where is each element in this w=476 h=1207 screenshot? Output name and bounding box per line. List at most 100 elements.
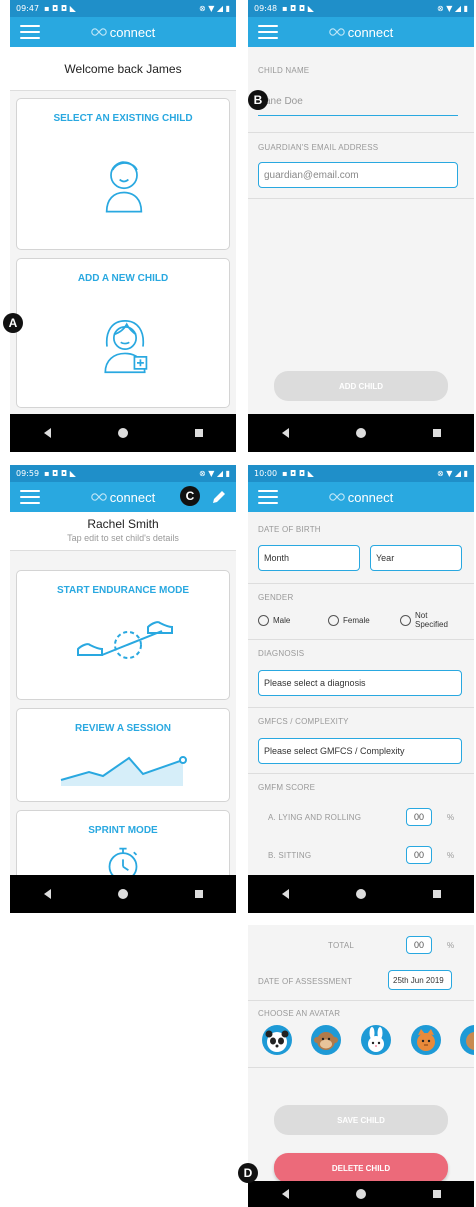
phone-child-details-bottom: TOTAL 00 % DATE OF ASSESSMENT 25th Jun 2… [248, 925, 474, 1207]
select-existing-child-card[interactable]: SELECT AN EXISTING CHILD [16, 98, 230, 250]
status-bar: 09:59 ▪ ◘ ◘ ◣ ⊗ ▼ ◢ ▮ [10, 465, 236, 482]
percent-sign: % [447, 813, 455, 822]
home-icon[interactable] [355, 1189, 366, 1199]
menu-icon[interactable] [258, 25, 278, 39]
android-nav-bar [10, 875, 236, 913]
menu-icon[interactable] [20, 25, 40, 39]
child-name-input[interactable]: Jane Doe [258, 96, 458, 116]
guardian-email-input[interactable]: guardian@email.com [258, 162, 458, 188]
review-a-session-card[interactable]: REVIEW A SESSION [16, 708, 230, 802]
clock: 09:47 [16, 4, 40, 13]
avatar-monkey-icon[interactable] [311, 1025, 341, 1055]
brand-logo: connect [329, 25, 393, 40]
marker-d: D [238, 1163, 258, 1183]
date-of-assessment-label: DATE OF ASSESSMENT [258, 977, 353, 986]
divider [248, 1000, 474, 1001]
app-bar: connect [10, 17, 236, 47]
sitting-input[interactable]: 00 [406, 846, 432, 864]
gmfcs-label: GMFCS / COMPLEXITY [258, 717, 349, 726]
card-title: ADD A NEW CHILD [77, 273, 169, 284]
save-child-button[interactable]: SAVE CHILD [274, 1105, 448, 1135]
total-input[interactable]: 00 [406, 936, 432, 954]
phone-child-details: 10:00 ▪ ◘ ◘ ◣ ⊗ ▼ ◢ ▮ connect DATE OF BIR… [248, 465, 474, 913]
child-name-label: CHILD NAME [258, 66, 310, 75]
home-icon[interactable] [355, 889, 366, 899]
recents-icon[interactable] [194, 890, 203, 898]
gender-male-radio[interactable]: Male [258, 615, 290, 626]
back-icon[interactable] [281, 1189, 289, 1199]
running-shoes-icon [77, 621, 173, 659]
back-icon[interactable] [43, 889, 51, 899]
avatar-panda-icon[interactable] [262, 1025, 292, 1055]
home-icon[interactable] [355, 428, 366, 438]
edit-hint: Tap edit to set child's details [10, 531, 236, 551]
brand-logo: connect [91, 25, 155, 40]
divider [248, 198, 474, 199]
back-icon[interactable] [43, 428, 51, 438]
status-bar: 09:47 ▪ ◘ ◘ ◣ ⊗ ▼ ◢ ▮ [10, 0, 236, 17]
add-new-child-card[interactable]: ADD A NEW CHILD [16, 258, 230, 408]
gender-female-radio[interactable]: Female [328, 615, 370, 626]
home-icon[interactable] [117, 889, 128, 899]
back-icon[interactable] [281, 428, 289, 438]
recents-icon[interactable] [432, 1190, 441, 1198]
recents-icon[interactable] [432, 890, 441, 898]
divider [248, 583, 474, 584]
avatar-cat-icon[interactable] [411, 1025, 441, 1055]
recents-icon[interactable] [432, 429, 441, 437]
infinity-icon [91, 493, 107, 501]
choose-avatar-label: CHOOSE AN AVATAR [258, 1009, 341, 1018]
android-nav-bar [248, 875, 474, 913]
total-label: TOTAL [328, 941, 355, 950]
guardian-email-label: GUARDIAN'S EMAIL ADDRESS [258, 143, 379, 152]
divider [248, 132, 474, 133]
gmfm-score-label: GMFM SCORE [258, 783, 316, 792]
card-title: REVIEW A SESSION [75, 723, 171, 734]
divider [248, 1067, 474, 1068]
avatar-partial-icon[interactable] [460, 1025, 474, 1055]
home-icon[interactable] [117, 428, 128, 438]
phone-child-modes: 09:59 ▪ ◘ ◘ ◣ ⊗ ▼ ◢ ▮ connect Rachel Smit… [10, 465, 236, 913]
welcome-text: Welcome back James [10, 47, 236, 91]
card-title: SPRINT MODE [88, 825, 158, 836]
year-select[interactable]: Year [370, 545, 462, 571]
percent-sign: % [447, 851, 455, 860]
delete-child-button[interactable]: DELETE CHILD [274, 1153, 448, 1183]
status-icons: ⊗ ▼ ◢ ▮ [436, 4, 468, 13]
divider [248, 639, 474, 640]
radio-icon [400, 614, 411, 626]
android-nav-bar [10, 414, 236, 452]
diagnosis-label: DIAGNOSIS [258, 649, 305, 658]
status-bar: 09:48 ▪ ◘ ◘ ◣ ⊗ ▼ ◢ ▮ [248, 0, 474, 17]
status-bar: 10:00 ▪ ◘ ◘ ◣ ⊗ ▼ ◢ ▮ [248, 465, 474, 482]
session-line-chart-icon [60, 756, 187, 786]
gender-not-specified-radio[interactable]: Not Specified [400, 611, 453, 629]
clock: 09:59 [16, 469, 40, 478]
divider [248, 707, 474, 708]
gender-label: GENDER [258, 593, 294, 602]
diagnosis-select[interactable]: Please select a diagnosis [258, 670, 462, 696]
clock: 09:48 [254, 4, 278, 13]
gmfcs-select[interactable]: Please select GMFCS / Complexity [258, 738, 462, 764]
menu-icon[interactable] [258, 490, 278, 504]
radio-icon [258, 615, 269, 626]
marker-c: C [180, 486, 200, 506]
date-of-assessment-input[interactable]: 25th Jun 2019 [388, 970, 452, 990]
app-bar: connect [248, 17, 474, 47]
start-endurance-mode-card[interactable]: START ENDURANCE MODE [16, 570, 230, 700]
back-icon[interactable] [281, 889, 289, 899]
recents-icon[interactable] [194, 429, 203, 437]
app-bar: connect [248, 482, 474, 512]
marker-a: A [3, 313, 23, 333]
phone-home: 09:47 ▪ ◘ ◘ ◣ ⊗ ▼ ◢ ▮ connect Welcome bac… [10, 0, 236, 452]
month-select[interactable]: Month [258, 545, 360, 571]
add-child-button[interactable]: ADD CHILD [274, 371, 448, 401]
edit-pencil-icon[interactable] [211, 489, 227, 505]
avatar-bunny-icon[interactable] [361, 1025, 391, 1055]
brand-logo: connect [329, 490, 393, 505]
lying-rolling-input[interactable]: 00 [406, 808, 432, 826]
child-girl-add-icon [104, 319, 148, 374]
app-bar: connect [10, 482, 236, 512]
sitting-label: B. SITTING [268, 851, 312, 860]
menu-icon[interactable] [20, 490, 40, 504]
